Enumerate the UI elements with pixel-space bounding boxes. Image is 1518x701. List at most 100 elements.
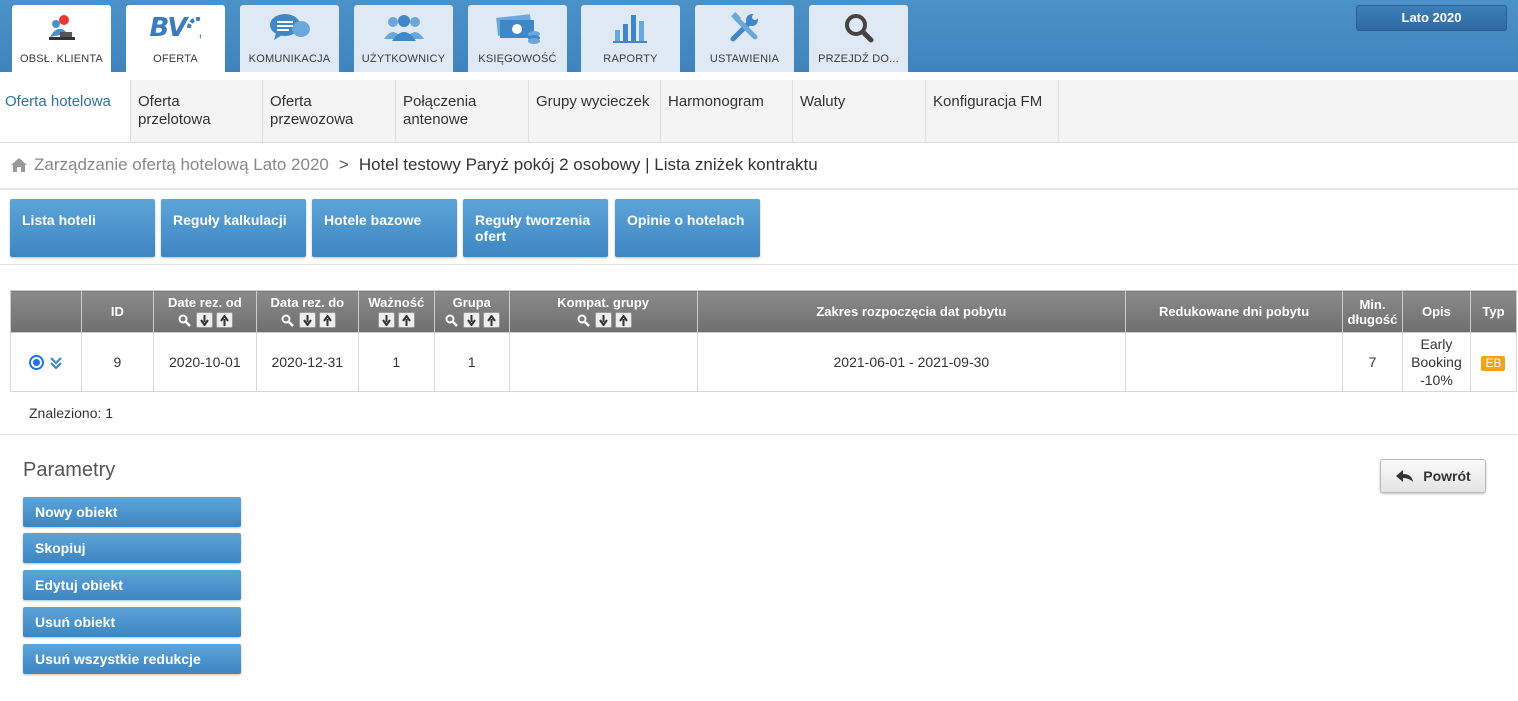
bar-chart-icon	[581, 11, 680, 45]
tab-uzytkownicy[interactable]: UŻYTKOWNICY	[354, 5, 453, 72]
tab-label: OBSŁ. KLIENTA	[19, 53, 104, 65]
sub-navigation: Oferta hotelowa Oferta przelotowa Oferta…	[0, 80, 1518, 143]
row-radio[interactable]	[29, 355, 45, 371]
subnav-grupy-wycieczek[interactable]: Grupy wycieczek	[529, 80, 661, 142]
new-object-button[interactable]: Nowy obiekt	[23, 497, 241, 527]
cell-validity: 1	[357, 332, 435, 392]
search-icon[interactable]	[575, 312, 592, 328]
header-label: Kompat. grupy	[557, 295, 649, 310]
delete-all-reductions-button[interactable]: Usuń wszystkie redukcje	[23, 644, 241, 674]
header-label: ID	[110, 304, 124, 319]
tab-raporty[interactable]: RAPORTY	[581, 5, 680, 72]
header-label: Ważność	[368, 295, 425, 310]
type-badge: EB	[1481, 355, 1506, 371]
tab-label: PRZEJDŹ DO...	[818, 53, 899, 65]
customer-service-icon	[12, 11, 111, 45]
subnav-polaczenia-antenowe[interactable]: Połączenia antenowe	[396, 80, 529, 142]
header-label: Data rez. do	[270, 295, 345, 310]
tab-ksiegowosc[interactable]: KSIĘGOWOŚĆ	[468, 5, 567, 72]
divider	[0, 188, 1518, 190]
select-column-header	[10, 290, 82, 333]
sort-desc-icon[interactable]	[594, 312, 612, 328]
tab-ustawienia[interactable]: USTAWIENIA	[695, 5, 794, 72]
reguly-tworzenia-ofert-button[interactable]: Reguły tworzenia ofert	[463, 199, 608, 257]
type-column-header: Typ	[1469, 290, 1518, 333]
breadcrumb-parent[interactable]: Zarządzanie ofertą hotelową Lato 2020	[34, 155, 329, 175]
tab-label: UŻYTKOWNICY	[361, 53, 446, 65]
group-column-header: Grupa	[433, 290, 510, 333]
subnav-oferta-przelotowa[interactable]: Oferta przelotowa	[131, 80, 263, 142]
id-column-header: ID	[80, 290, 154, 333]
hotele-bazowe-button[interactable]: Hotele bazowe	[312, 199, 457, 257]
opinie-o-hotelach-button[interactable]: Opinie o hotelach	[615, 199, 760, 257]
sort-asc-icon[interactable]	[614, 312, 632, 328]
header-label: Typ	[1482, 304, 1505, 319]
sort-asc-icon[interactable]	[397, 312, 415, 328]
sort-desc-icon[interactable]	[463, 312, 481, 328]
subnav-konfiguracja-fm[interactable]: Konfiguracja FM	[926, 80, 1059, 142]
search-icon	[809, 11, 908, 45]
back-button[interactable]: Powrót	[1380, 459, 1486, 493]
min-length-column-header: Min. długość	[1341, 290, 1403, 333]
results-count: Znaleziono: 1	[29, 405, 114, 421]
home-icon[interactable]	[10, 157, 28, 173]
header-label: Redukowane dni pobytu	[1158, 304, 1310, 319]
tab-przejdz-do[interactable]: PRZEJDŹ DO...	[809, 5, 908, 72]
sort-asc-icon[interactable]	[483, 312, 501, 328]
header-label: Date rez. od	[167, 295, 242, 310]
sort-desc-icon[interactable]	[377, 312, 395, 328]
discounts-table: ID Date rez. od Data rez. do Ważność Gru…	[10, 290, 1518, 392]
breadcrumb-current: Hotel testowy Paryż pokój 2 osobowy | Li…	[358, 155, 818, 174]
search-icon[interactable]	[279, 312, 296, 328]
tab-obsl-klienta[interactable]: OBSŁ. KLIENTA	[12, 5, 111, 72]
back-arrow-icon	[1395, 469, 1415, 483]
header-label: Opis	[1422, 304, 1451, 319]
breadcrumb-separator: >	[338, 155, 349, 174]
subnav-harmonogram[interactable]: Harmonogram	[661, 80, 793, 142]
expand-double-chevron-icon[interactable]	[49, 355, 63, 371]
cell-description: Early Booking -10%	[1401, 332, 1471, 392]
copy-button[interactable]: Skopiuj	[23, 533, 241, 563]
tab-label: KSIĘGOWOŚĆ	[478, 53, 557, 65]
logo-text: BV	[149, 13, 188, 43]
cell-id: 9	[80, 332, 154, 392]
validity-column-header: Ważność	[357, 290, 435, 333]
edit-object-button[interactable]: Edytuj obiekt	[23, 570, 241, 600]
tab-komunikacja[interactable]: KOMUNIKACJA	[240, 5, 339, 72]
tab-oferta[interactable]: BV OFERTA	[126, 5, 225, 72]
cell-type: EB	[1469, 332, 1518, 392]
search-icon[interactable]	[176, 312, 193, 328]
cell-date-to: 2020-12-31	[255, 332, 359, 392]
subnav-waluty[interactable]: Waluty	[793, 80, 926, 142]
description-column-header: Opis	[1401, 290, 1471, 333]
header-label: Min. długość	[1347, 296, 1398, 327]
tools-icon	[695, 11, 794, 45]
reduced-days-column-header: Redukowane dni pobytu	[1125, 290, 1343, 333]
subnav-oferta-przewozowa[interactable]: Oferta przewozowa	[263, 80, 396, 142]
delete-object-button[interactable]: Usuń obiekt	[23, 607, 241, 637]
cell-reduced-days	[1125, 332, 1343, 392]
table-row[interactable]: 9 2020-10-01 2020-12-31 1 1 2021-06-01 -…	[10, 332, 1518, 392]
users-icon	[354, 11, 453, 45]
lista-hoteli-button[interactable]: Lista hoteli	[10, 199, 155, 257]
cell-min-length: 7	[1341, 332, 1403, 392]
range-column-header: Zakres rozpoczęcia dat pobytu	[696, 290, 1127, 333]
back-button-label: Powrót	[1423, 468, 1471, 484]
sort-desc-icon[interactable]	[298, 312, 316, 328]
date-from-column-header: Date rez. od	[152, 290, 257, 333]
subnav-oferta-hotelowa[interactable]: Oferta hotelowa	[0, 80, 131, 142]
divider	[0, 264, 1518, 265]
sort-desc-icon[interactable]	[196, 312, 214, 328]
cell-compat-groups	[508, 332, 698, 392]
tab-label: KOMUNIKACJA	[248, 53, 331, 65]
breadcrumb: Zarządzanie ofertą hotelową Lato 2020 > …	[10, 155, 818, 175]
tab-label: RAPORTY	[603, 53, 658, 65]
reguly-kalkulacji-button[interactable]: Reguły kalkulacji	[161, 199, 306, 257]
cell-range: 2021-06-01 - 2021-09-30	[696, 332, 1127, 392]
season-selector[interactable]: Lato 2020	[1356, 5, 1507, 31]
search-icon[interactable]	[443, 312, 460, 328]
description-text: Early Booking -10%	[1411, 336, 1462, 388]
chat-bubbles-icon	[240, 11, 339, 45]
sort-asc-icon[interactable]	[216, 312, 234, 328]
sort-asc-icon[interactable]	[318, 312, 336, 328]
